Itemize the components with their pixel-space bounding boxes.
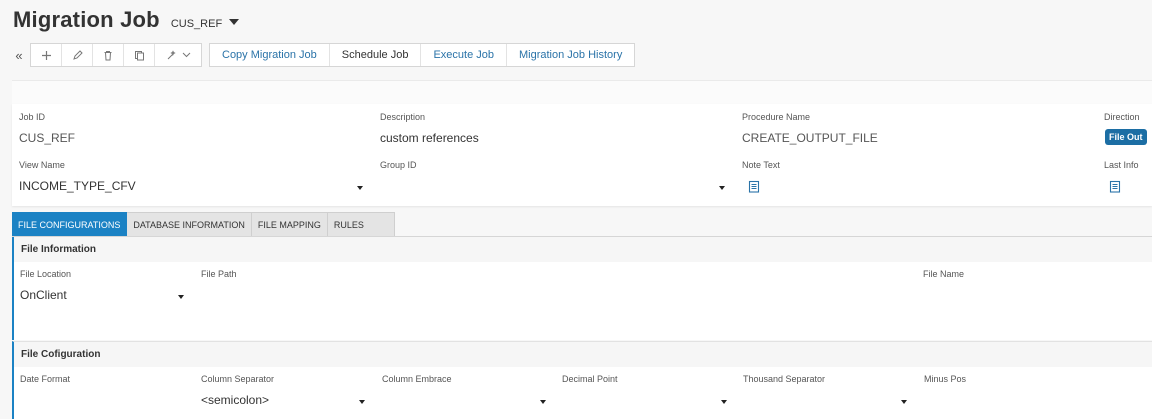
- date-format-field: Date Format: [20, 374, 70, 393]
- procedure-name-value: CREATE_OUTPUT_FILE: [742, 131, 878, 145]
- file-path-field: File Path: [201, 269, 237, 288]
- thousand-separator-label: Thousand Separator: [743, 374, 826, 384]
- delete-button[interactable]: [93, 44, 124, 66]
- description-label: Description: [380, 112, 426, 122]
- column-embrace-field: Column Embrace: [382, 374, 452, 393]
- last-info-icon[interactable]: [1109, 180, 1121, 193]
- file-location-select[interactable]: OnClient: [20, 288, 71, 302]
- job-id-value: CUS_REF: [19, 131, 76, 145]
- file-name-field: File Name: [923, 269, 964, 288]
- file-name-label: File Name: [923, 269, 965, 279]
- note-text-field: Note Text: [742, 160, 780, 170]
- action-group: Copy Migration Job Schedule Job Execute …: [209, 43, 636, 67]
- decimal-point-field: Decimal Point: [562, 374, 618, 393]
- direction-badge: File Out: [1105, 129, 1147, 145]
- view-name-select[interactable]: INCOME_TYPE_CFV: [19, 179, 136, 193]
- trash-icon: [104, 50, 112, 60]
- last-info-field: Last Info: [1104, 160, 1139, 170]
- tab-file-mapping[interactable]: FILE MAPPING: [251, 212, 328, 238]
- group-id-label: Group ID: [380, 160, 417, 170]
- file-information-header: File Information: [14, 237, 1152, 262]
- column-separator-dropdown-icon[interactable]: [359, 400, 365, 404]
- form-header-strip: [12, 80, 1152, 105]
- view-name-field: View Name INCOME_TYPE_CFV: [19, 160, 136, 193]
- date-format-label: Date Format: [20, 374, 71, 384]
- description-input[interactable]: custom references: [380, 131, 479, 145]
- chevron-down-icon: [182, 52, 190, 58]
- column-embrace-label: Column Embrace: [382, 374, 452, 384]
- more-actions-button[interactable]: [155, 44, 201, 66]
- command-group: [30, 43, 202, 67]
- title-bar: Migration Job CUS_REF: [13, 7, 240, 39]
- decimal-point-label: Decimal Point: [562, 374, 618, 384]
- record-selector[interactable]: CUS_REF: [171, 18, 222, 30]
- new-button[interactable]: [31, 44, 62, 66]
- column-embrace-dropdown-icon[interactable]: [540, 400, 546, 404]
- thousand-separator-dropdown-icon[interactable]: [901, 400, 907, 404]
- job-form: Job ID CUS_REF Description custom refere…: [12, 104, 1152, 206]
- wand-icon: [167, 49, 176, 59]
- toolbar: « Copy Migration Job Schedule Job Execut…: [11, 43, 636, 67]
- column-separator-field: Column Separator <semicolon>: [201, 374, 274, 407]
- note-text-label: Note Text: [742, 160, 780, 170]
- view-name-label: View Name: [19, 160, 65, 170]
- thousand-separator-field: Thousand Separator: [743, 374, 825, 393]
- tab-rules[interactable]: RULES: [327, 212, 395, 238]
- copy-button[interactable]: [124, 44, 155, 66]
- group-id-field: Group ID: [380, 160, 417, 179]
- tab-database-information[interactable]: DATABASE INFORMATION: [127, 212, 252, 238]
- file-location-label: File Location: [20, 269, 72, 279]
- schedule-job-button[interactable]: Schedule Job: [330, 44, 422, 66]
- plus-icon: [41, 50, 51, 60]
- file-location-dropdown-icon[interactable]: [178, 295, 184, 299]
- tab-bar: FILE CONFIGURATIONS DATABASE INFORMATION…: [12, 212, 395, 238]
- view-name-dropdown-icon[interactable]: [357, 186, 363, 190]
- job-id-label: Job ID: [19, 112, 46, 122]
- column-separator-select[interactable]: <semicolon>: [201, 393, 274, 407]
- procedure-name-label: Procedure Name: [742, 112, 811, 122]
- direction-label: Direction: [1104, 112, 1140, 122]
- group-id-dropdown-icon[interactable]: [719, 186, 725, 190]
- note-text-icon[interactable]: [748, 180, 760, 193]
- tab-file-configurations[interactable]: FILE CONFIGURATIONS: [12, 212, 128, 238]
- execute-job-button[interactable]: Execute Job: [421, 44, 507, 66]
- page-title: Migration Job: [13, 7, 160, 32]
- caret-down-icon[interactable]: [229, 19, 240, 25]
- edit-button[interactable]: [62, 44, 93, 66]
- last-info-label: Last Info: [1104, 160, 1139, 170]
- decimal-point-dropdown-icon[interactable]: [721, 400, 727, 404]
- column-separator-label: Column Separator: [201, 374, 275, 384]
- minus-pos-label: Minus Pos: [924, 374, 967, 384]
- copy-migration-job-button[interactable]: Copy Migration Job: [210, 44, 330, 66]
- file-location-field: File Location OnClient: [20, 269, 71, 302]
- migration-job-history-button[interactable]: Migration Job History: [507, 44, 634, 66]
- minus-pos-field: Minus Pos: [924, 374, 966, 393]
- collapse-icon[interactable]: «: [11, 44, 27, 66]
- file-configuration-panel: File Cofiguration Date Format Column Sep…: [12, 341, 1152, 419]
- file-configuration-header: File Cofiguration: [14, 342, 1152, 367]
- duplicate-icon: [134, 50, 144, 60]
- procedure-name-field: Procedure Name CREATE_OUTPUT_FILE: [742, 112, 878, 145]
- file-information-panel: File Information File Location OnClient …: [12, 237, 1152, 340]
- job-id-field: Job ID CUS_REF: [19, 112, 75, 145]
- file-path-label: File Path: [201, 269, 237, 279]
- direction-field: Direction: [1104, 112, 1140, 122]
- pencil-icon: [72, 49, 83, 60]
- description-field: Description custom references: [380, 112, 479, 145]
